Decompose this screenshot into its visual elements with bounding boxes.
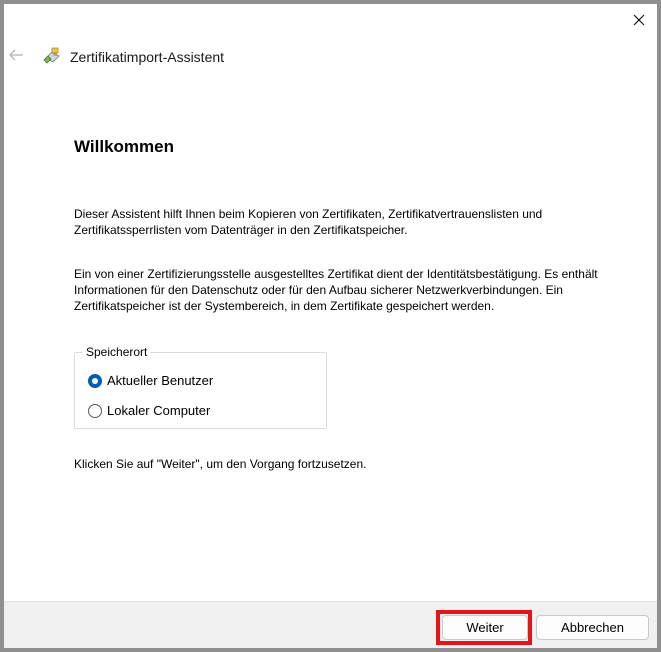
radio-current-user-label: Aktueller Benutzer xyxy=(107,373,214,388)
continue-hint: Klicken Sie auf "Weiter", um den Vorgang… xyxy=(74,457,367,471)
certificate-icon xyxy=(42,46,62,66)
radio-checked-icon[interactable] xyxy=(88,373,102,388)
cancel-button[interactable]: Abbrechen xyxy=(536,615,649,640)
store-location-legend: Speicherort xyxy=(83,345,151,359)
page-heading: Willkommen xyxy=(74,137,174,156)
window-title: Zertifikatimport-Assistent xyxy=(70,49,225,65)
close-button[interactable] xyxy=(629,10,649,30)
info-paragraph: Ein von einer Zertifizierungsstelle ausg… xyxy=(74,267,598,313)
radio-local-computer-label: Lokaler Computer xyxy=(107,403,211,418)
wizard-window: Zertifikatimport-Assistent Willkommen Di… xyxy=(4,4,657,648)
back-button[interactable] xyxy=(8,48,24,62)
radio-current-user[interactable]: Aktueller Benutzer xyxy=(88,373,213,388)
radio-local-computer[interactable]: Lokaler Computer xyxy=(88,403,210,418)
back-arrow-icon xyxy=(9,49,23,61)
next-button[interactable]: Weiter xyxy=(442,615,528,640)
close-icon xyxy=(633,14,645,26)
store-location-group: Speicherort Aktueller Benutzer Lokaler C… xyxy=(74,345,327,429)
intro-paragraph: Dieser Assistent hilft Ihnen beim Kopier… xyxy=(74,207,543,237)
radio-unchecked-icon[interactable] xyxy=(88,403,102,418)
footer-bar: Weiter Abbrechen xyxy=(4,601,657,648)
